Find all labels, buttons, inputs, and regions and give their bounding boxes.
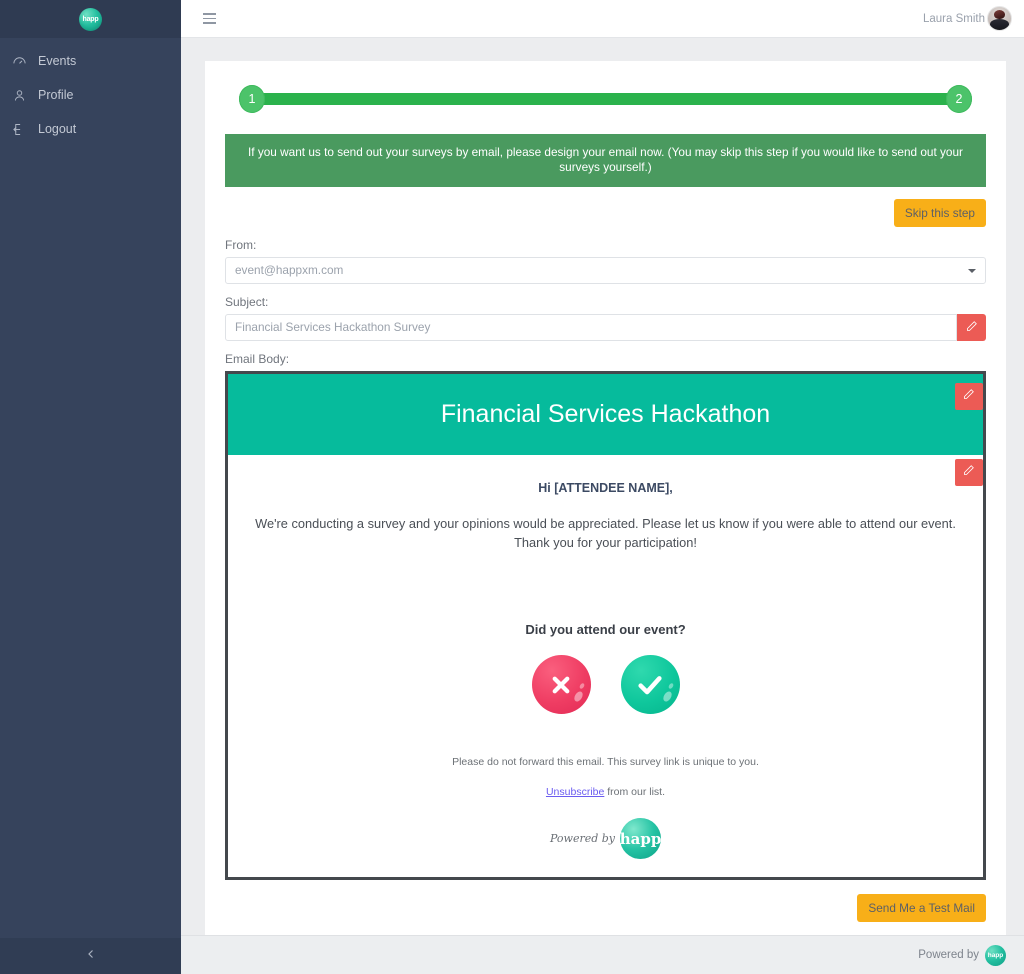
from-label: From: xyxy=(225,237,257,252)
unsubscribe-rest: from our list. xyxy=(604,786,666,799)
pencil-icon xyxy=(963,387,975,405)
email-greeting: Hi [ATTENDEE NAME], xyxy=(538,480,673,495)
subject-row: Financial Services Hackathon Survey xyxy=(225,313,986,341)
footer-powered-text: Powered by xyxy=(918,949,979,961)
sidebar-collapse-button[interactable] xyxy=(0,938,181,974)
skip-this-step-button[interactable]: Skip this step xyxy=(893,198,986,227)
chevron-left-icon xyxy=(85,947,97,965)
sidebar-item-label-events: Events xyxy=(38,53,77,68)
powered-by-text: Powered by xyxy=(549,832,616,846)
sidebar-item-label-profile: Profile xyxy=(38,87,74,102)
step-1[interactable]: 1 xyxy=(239,85,265,113)
from-select[interactable]: event@happxm.com xyxy=(225,256,986,284)
avatar[interactable] xyxy=(987,6,1012,31)
sidebar-logo[interactable]: happ xyxy=(0,0,181,38)
email-paragraph: We're conducting a survey and your opini… xyxy=(255,515,956,551)
email-question: Did you attend our event? xyxy=(525,622,686,638)
send-test-mail-button[interactable]: Send Me a Test Mail xyxy=(857,894,986,923)
app-root: happ Events Profile Logout Laura Smith 1… xyxy=(0,0,1024,974)
pencil-icon xyxy=(963,463,975,481)
info-banner: If you want us to send out your surveys … xyxy=(225,134,986,187)
email-header-title: Financial Services Hackathon xyxy=(228,373,983,455)
test-mail-row: Send Me a Test Mail xyxy=(225,894,986,923)
progress-stepper: 1 2 xyxy=(239,85,972,113)
sidebar-item-events[interactable]: Events xyxy=(0,44,181,78)
edit-email-header-button[interactable] xyxy=(955,382,983,410)
email-footer: Please do not forward this email. This s… xyxy=(254,756,957,860)
subject-label: Subject: xyxy=(225,294,269,309)
page-footer: Powered by happ xyxy=(181,935,1024,974)
edit-email-body-button[interactable] xyxy=(955,458,983,486)
email-unsubscribe-line: Unsubscribe from our list. xyxy=(254,786,957,798)
sidebar-nav: Events Profile Logout xyxy=(0,44,181,146)
user-name-label: Laura Smith xyxy=(922,12,985,25)
hamburger-icon[interactable] xyxy=(203,13,216,24)
happ-logo-icon: happ xyxy=(620,818,661,860)
email-body-label: Email Body: xyxy=(225,351,290,366)
edit-subject-button[interactable] xyxy=(957,313,986,341)
logout-icon xyxy=(12,122,38,137)
skip-row: Skip this step xyxy=(225,198,986,227)
subject-input-value: Financial Services Hackathon Survey xyxy=(235,320,431,335)
topbar: Laura Smith xyxy=(181,0,1024,38)
check-circle-icon[interactable] xyxy=(620,655,680,715)
happ-logo-icon: happ xyxy=(985,944,1006,966)
email-body-content: Hi [ATTENDEE NAME], We're conducting a s… xyxy=(228,455,983,878)
stepper-progress-line xyxy=(250,93,961,105)
content-area: 1 2 If you want us to send out your surv… xyxy=(181,38,1024,974)
unsubscribe-link[interactable]: Unsubscribe xyxy=(546,786,604,798)
happ-logo-icon: happ xyxy=(79,7,102,31)
gloss-dot xyxy=(667,682,674,690)
cross-circle-icon[interactable] xyxy=(531,655,591,715)
email-design-card: 1 2 If you want us to send out your surv… xyxy=(205,61,1006,974)
email-preview: Financial Services Hackathon Hi [ATTENDE… xyxy=(225,370,986,881)
sidebar-item-label-logout: Logout xyxy=(38,121,77,136)
sidebar: happ Events Profile Logout xyxy=(0,0,181,974)
subject-input[interactable]: Financial Services Hackathon Survey xyxy=(225,313,957,341)
gloss-dot xyxy=(578,682,585,690)
email-fine-print: Please do not forward this email. This s… xyxy=(452,756,759,769)
step-2[interactable]: 2 xyxy=(946,85,972,113)
from-select-value: event@happxm.com xyxy=(235,263,344,278)
dashboard-icon xyxy=(12,54,38,69)
user-icon xyxy=(12,88,38,103)
main-area: Laura Smith 1 2 If you want us to send o… xyxy=(181,0,1024,974)
email-answers xyxy=(254,655,957,715)
email-powered-by: Powered by happ xyxy=(254,818,957,860)
sidebar-item-profile[interactable]: Profile xyxy=(0,78,181,112)
sidebar-item-logout[interactable]: Logout xyxy=(0,112,181,146)
pencil-icon xyxy=(966,320,978,335)
